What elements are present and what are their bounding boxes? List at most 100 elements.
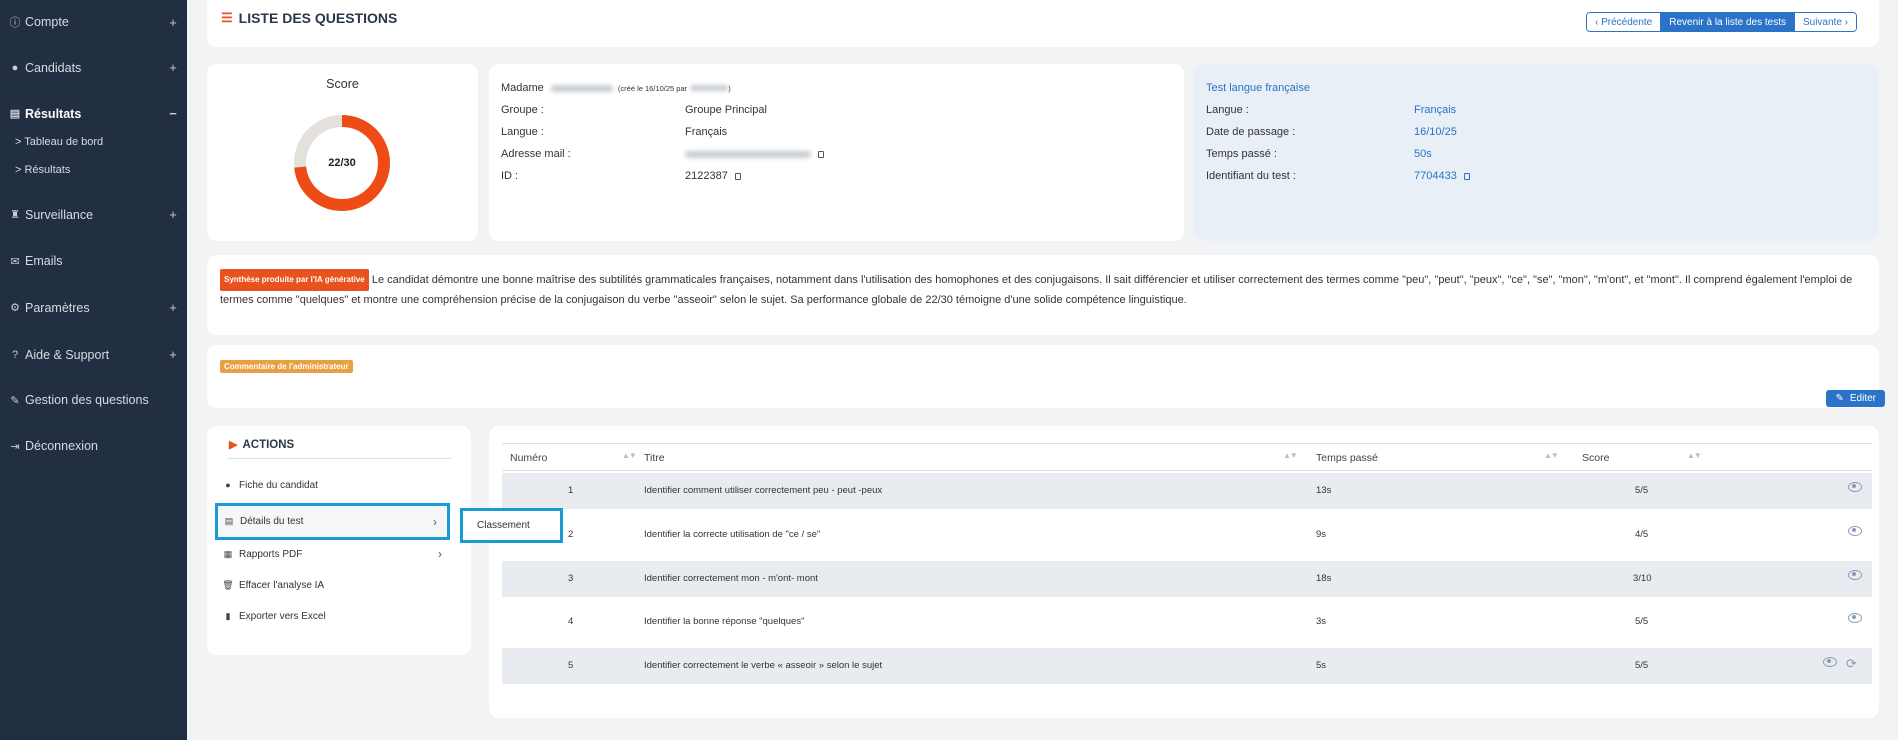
cell-titre: Identifier correctement le verbe « asseo…	[644, 660, 883, 671]
trash-icon: 🗑	[222, 579, 234, 590]
eye-icon[interactable]	[1848, 613, 1862, 623]
action-details-test[interactable]: ▤ Détails du test ›	[215, 503, 450, 540]
score-label: Score	[326, 77, 359, 91]
ai-synthesis: Synthèse produite par l'IA générative Le…	[220, 269, 1859, 309]
user-icon: ●	[11, 61, 19, 74]
table-header: Numéro ▲▼ Titre ▲▼ Temps passé ▲▼ Score …	[502, 443, 1872, 471]
envelope-icon: ✉	[10, 255, 20, 268]
copy-icon[interactable]	[1463, 172, 1470, 180]
group-value: Groupe Principal	[685, 104, 767, 116]
previous-label: Précédente	[1601, 16, 1653, 28]
candidate-name-line: Madame (créé le 16/10/25 par )	[501, 82, 731, 94]
expand-icon[interactable]: +	[167, 207, 179, 222]
test-title: Test langue française	[1206, 82, 1310, 94]
test-time-value: 50s	[1414, 148, 1432, 160]
expand-icon[interactable]: +	[167, 60, 179, 75]
action-label: Exporter vers Excel	[239, 610, 326, 622]
sidebar-item-resultats[interactable]: ▤ Résultats −	[8, 106, 179, 121]
action-effacer-analyse[interactable]: 🗑 Effacer l'analyse IA	[217, 570, 452, 600]
action-export-excel[interactable]: ▮ Exporter vers Excel	[217, 601, 452, 631]
edit-button[interactable]: ✎ Editer	[1826, 390, 1885, 407]
sort-icon[interactable]: ▲▼	[1283, 451, 1298, 460]
action-rapports-pdf[interactable]: ▦ Rapports PDF ›	[217, 539, 452, 569]
previous-button[interactable]: ‹ Précédente	[1586, 13, 1662, 31]
actions-title-text: ACTIONS	[242, 438, 295, 451]
edit-icon: ✎	[10, 394, 20, 407]
cell-titre: Identifier la correcte utilisation de "c…	[644, 529, 821, 540]
test-id-text: 7704433	[1414, 170, 1457, 182]
sidebar-subitem-resultats[interactable]: > Résultats	[15, 164, 70, 176]
cell-temps: 9s	[1316, 529, 1327, 540]
cell-temps: 18s	[1316, 573, 1332, 584]
action-label: Fiche du candidat	[239, 479, 318, 491]
expand-icon[interactable]: +	[167, 347, 179, 362]
file-icon: ▦	[223, 548, 233, 559]
eye-icon[interactable]	[1848, 526, 1862, 536]
questions-table-card: Numéro ▲▼ Titre ▲▼ Temps passé ▲▼ Score …	[489, 426, 1879, 718]
column-header-score[interactable]: Score	[1582, 452, 1609, 464]
sort-icon[interactable]: ▲▼	[622, 451, 637, 460]
action-fiche-candidat[interactable]: ● Fiche du candidat	[217, 470, 452, 500]
test-time-label: Temps passé :	[1206, 148, 1277, 160]
eye-icon[interactable]	[1848, 570, 1862, 580]
sidebar-item-emails[interactable]: ✉ Emails	[8, 254, 179, 268]
details-submenu-classement[interactable]: Classement	[460, 508, 563, 543]
sign-out-icon: ⇥	[10, 440, 20, 453]
language-label: Langue :	[501, 126, 544, 138]
next-button[interactable]: Suivante ›	[1794, 13, 1856, 31]
actions-title: ▶ ACTIONS	[229, 438, 295, 452]
sidebar-item-candidats[interactable]: ● Candidats +	[8, 60, 179, 75]
sidebar-item-label: Surveillance	[25, 207, 94, 222]
ai-synthesis-text: Le candidat démontre une bonne maîtrise …	[220, 273, 1853, 306]
sidebar-subitem-tableau-de-bord[interactable]: > Tableau de bord	[15, 136, 103, 148]
eye-icon[interactable]	[1823, 657, 1837, 667]
refresh-icon[interactable]: ⟳	[1846, 656, 1857, 672]
cell-score: 4/5	[1635, 529, 1649, 540]
sidebar-item-label: Gestion des questions	[25, 393, 149, 407]
expand-icon[interactable]: +	[167, 300, 179, 315]
cell-score: 5/5	[1635, 616, 1649, 627]
action-label: Rapports PDF	[239, 548, 303, 560]
column-header-numero[interactable]: Numéro	[510, 452, 547, 464]
play-icon: ▶	[229, 439, 238, 451]
copy-icon[interactable]	[818, 150, 825, 158]
cell-score: 5/5	[1635, 660, 1649, 671]
sidebar-item-parametres[interactable]: ⚙ Paramètres +	[8, 300, 179, 315]
id-value: 2122387	[685, 170, 741, 182]
eye-icon[interactable]	[1848, 482, 1862, 492]
cell-titre: Identifier comment utiliser correctement…	[644, 485, 883, 496]
sidebar-item-compte[interactable]: ⓘ Compte +	[8, 14, 179, 30]
table-row: 3 Identifier correctement mon - m'ont- m…	[502, 561, 1872, 597]
sidebar-item-label: Emails	[25, 254, 63, 268]
collapse-icon[interactable]: −	[167, 106, 179, 121]
page-header: ☰ LISTE DES QUESTIONS ‹ Précédente Reven…	[207, 0, 1879, 47]
created-info: (créé le 16/10/25 par	[617, 84, 688, 93]
column-header-temps[interactable]: Temps passé	[1316, 452, 1378, 464]
sidebar-item-label: Résultats	[25, 106, 82, 121]
table-row: 5 Identifier correctement le verbe « ass…	[502, 648, 1872, 684]
actions-card: ▶ ACTIONS ● Fiche du candidat ▤ Détails …	[207, 426, 471, 655]
back-to-tests-button[interactable]: Revenir à la liste des tests	[1661, 13, 1795, 31]
id-label: ID :	[501, 170, 519, 182]
test-language-label: Langue :	[1206, 104, 1249, 116]
copy-icon[interactable]	[734, 172, 741, 180]
sort-icon[interactable]: ▲▼	[1687, 451, 1702, 460]
sidebar-item-surveillance[interactable]: ♜ Surveillance +	[8, 207, 179, 222]
candidate-info-card: Madame (créé le 16/10/25 par ) Groupe : …	[489, 64, 1184, 241]
cell-numero: 2	[568, 529, 574, 540]
divider	[227, 458, 451, 459]
cell-titre: Identifier correctement mon - m'ont- mon…	[644, 573, 818, 584]
admin-comment-card: Commentaire de l'administrateur ✎ Editer	[207, 345, 1885, 408]
expand-icon[interactable]: +	[167, 15, 179, 30]
sidebar-item-aide-support[interactable]: ? Aide & Support +	[8, 347, 179, 362]
email-value	[685, 148, 825, 160]
sort-icon[interactable]: ▲▼	[1544, 451, 1559, 460]
sidebar-item-deconnexion[interactable]: ⇥ Déconnexion	[8, 439, 179, 453]
submenu-item-label: Classement	[477, 520, 530, 531]
id-text: 2122387	[685, 170, 728, 182]
sidebar-item-gestion-questions[interactable]: ✎ Gestion des questions	[8, 393, 179, 407]
test-info-card: Test langue française Langue : Français …	[1194, 64, 1879, 241]
column-header-titre[interactable]: Titre	[644, 452, 665, 464]
sidebar-item-label: Candidats	[25, 60, 82, 75]
main-content: ☰ LISTE DES QUESTIONS ‹ Précédente Reven…	[187, 0, 1898, 740]
